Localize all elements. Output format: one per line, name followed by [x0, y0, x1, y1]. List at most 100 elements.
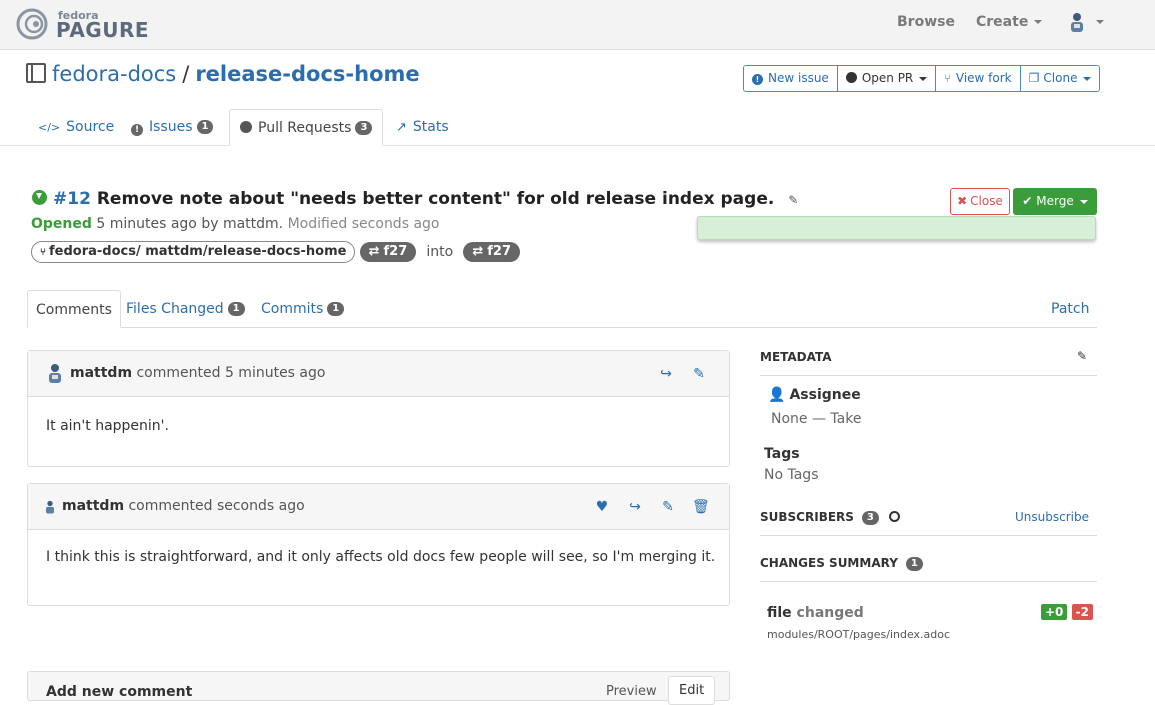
- open-pr-label: Open PR: [861, 71, 914, 85]
- tab-source[interactable]: </> Source: [38, 109, 114, 146]
- comment-author-line: mattdm commented seconds ago: [62, 498, 305, 514]
- source-branch-badge[interactable]: ⑂ fedora-docs/ mattdm/release-docs-home: [31, 241, 356, 263]
- pr-number: #12: [53, 189, 91, 209]
- edit-tab[interactable]: Edit: [668, 676, 716, 705]
- repo-action-buttons: ! New issue Open PR ⑂ View fork ❐ Clone: [743, 65, 1101, 92]
- unsubscribe-link[interactable]: Unsubscribe: [1015, 510, 1089, 524]
- comment-time: commented 5 minutes ago: [136, 365, 326, 381]
- chevron-down-icon: [1079, 199, 1088, 204]
- comment-body: It ain't happenin'.: [46, 418, 169, 434]
- subscribers-title: SUBSCRIBERS: [760, 510, 854, 524]
- clone-button[interactable]: ❐ Clone: [1020, 66, 1100, 91]
- repo-separator: /: [182, 62, 190, 86]
- tab-stats[interactable]: ↗ Stats: [396, 109, 449, 146]
- add-comment-card: Add new comment Preview Edit: [27, 671, 730, 705]
- new-issue-label: New issue: [768, 71, 829, 85]
- assignee-label-text: Assignee: [789, 387, 861, 403]
- tab-issues-label: Issues: [149, 119, 193, 135]
- source-branch-label: fedora-docs/ mattdm/release-docs-home: [49, 244, 347, 259]
- repo-icon: [26, 63, 46, 83]
- diff-stats: +0 -2: [1041, 604, 1093, 623]
- pencil-icon[interactable]: ✎: [691, 366, 707, 382]
- subscribers-header: SUBSCRIBERS 3 Unsubscribe: [760, 510, 1097, 536]
- tab-files-changed[interactable]: Files Changed 1: [126, 290, 245, 328]
- random-icon: ⇄: [368, 244, 380, 259]
- fork-icon: ⑂: [40, 247, 46, 258]
- repo-header: fedora-docs / release-docs-home: [26, 62, 420, 92]
- changes-summary-header: CHANGES SUMMARY 1: [760, 556, 1097, 582]
- merge-label: Merge: [1036, 194, 1074, 208]
- pencil-icon[interactable]: ✎: [660, 499, 676, 515]
- top-navbar: fedora PAGURE Browse Create: [0, 0, 1155, 50]
- add-comment-title: Add new comment: [46, 684, 193, 700]
- pr-status: Opened: [31, 216, 92, 232]
- assignee-label: 👤 Assignee: [768, 387, 861, 403]
- merge-button[interactable]: ✔ Merge: [1013, 188, 1097, 215]
- into-label: into: [426, 244, 454, 260]
- assignee-value[interactable]: None — Take: [771, 411, 861, 427]
- commits-count-badge: 1: [327, 302, 345, 316]
- pr-title-text: Remove note about "needs better content"…: [96, 189, 775, 209]
- comment-body: I think this is straightforward, and it …: [46, 549, 716, 565]
- tab-stats-label: Stats: [412, 119, 449, 135]
- repo-name-link[interactable]: release-docs-home: [195, 62, 419, 86]
- heart-icon[interactable]: ♥: [594, 499, 610, 515]
- tab-pull-requests[interactable]: Pull Requests 3: [229, 109, 384, 146]
- files-count-badge: 1: [227, 302, 245, 316]
- arrow-circle-down-icon: [32, 190, 47, 205]
- open-pr-button[interactable]: Open PR: [837, 66, 937, 91]
- comment-author-line: mattdm commented 5 minutes ago: [70, 365, 325, 381]
- target-ref-badge: ⇄ f27: [463, 242, 521, 262]
- changes-summary-title: CHANGES SUMMARY: [760, 556, 898, 570]
- file-changed-line: file changed: [767, 605, 864, 621]
- source-ref-label: f27: [383, 244, 408, 259]
- exclamation-circle-icon: !: [131, 124, 143, 136]
- tab-comments[interactable]: Comments: [27, 290, 121, 328]
- pagure-logo[interactable]: fedora PAGURE: [12, 8, 149, 42]
- issues-count-badge: 1: [196, 120, 214, 134]
- nav-create-label: Create: [976, 14, 1029, 30]
- target-ref-label: f27: [487, 244, 512, 259]
- repo-namespace-link[interactable]: fedora-docs: [52, 62, 176, 86]
- metadata-header: METADATA ✎: [760, 349, 1097, 376]
- nav-create-menu[interactable]: Create: [976, 14, 1043, 30]
- view-fork-label: View fork: [955, 71, 1012, 85]
- tab-issues[interactable]: ! Issues 1: [131, 109, 214, 146]
- close-label: Close: [970, 194, 1003, 208]
- nav-browse-link[interactable]: Browse: [897, 14, 955, 30]
- user-menu[interactable]: [1068, 12, 1104, 38]
- pencil-icon[interactable]: ✎: [788, 193, 798, 207]
- patch-link[interactable]: Patch: [1051, 290, 1089, 328]
- pr-modified: Modified seconds ago: [287, 216, 440, 232]
- trash-icon[interactable]: 🗑: [692, 499, 710, 515]
- comment-author[interactable]: mattdm: [62, 498, 124, 514]
- changed-word: changed: [796, 605, 864, 621]
- pencil-icon[interactable]: ✎: [1077, 349, 1087, 363]
- view-fork-button[interactable]: ⑂ View fork: [936, 66, 1021, 91]
- tab-commits-label: Commits: [261, 301, 324, 317]
- repo-tabs: </> Source ! Issues 1 Pull Requests 3 ↗ Stats: [0, 109, 1155, 146]
- preview-tab[interactable]: Preview: [606, 684, 657, 699]
- tab-commits[interactable]: Commits 1: [261, 290, 345, 328]
- copy-icon: ❐: [1028, 71, 1040, 85]
- chevron-down-icon: [919, 76, 928, 81]
- close-pr-button[interactable]: ✖ Close: [950, 188, 1010, 215]
- chevron-down-icon: [1096, 20, 1104, 24]
- tab-pull-requests-label: Pull Requests: [258, 120, 352, 136]
- comment-card: mattdm commented seconds ago ♥ ↪ ✎ 🗑 I t…: [27, 483, 730, 606]
- share-icon[interactable]: ↪: [658, 366, 674, 382]
- file-path-link[interactable]: modules/ROOT/pages/index.adoc: [767, 628, 950, 641]
- pr-meta: Opened 5 minutes ago by mattdm. Modified…: [31, 216, 439, 232]
- arrow-circle-down-icon[interactable]: [889, 511, 901, 522]
- code-icon: </>: [38, 121, 61, 134]
- avatar: [46, 500, 54, 514]
- changes-count-badge: 1: [905, 556, 923, 571]
- pr-title: #12 Remove note about "needs better cont…: [32, 189, 798, 209]
- random-icon: ⇄: [472, 244, 484, 259]
- pr-subtabs: Comments Files Changed 1 Commits 1 Patch: [27, 290, 1097, 328]
- comment-author[interactable]: mattdm: [70, 365, 132, 381]
- clone-label: Clone: [1043, 71, 1078, 85]
- share-icon[interactable]: ↪: [627, 499, 643, 515]
- metadata-title: METADATA: [760, 350, 832, 364]
- new-issue-button[interactable]: ! New issue: [744, 66, 838, 91]
